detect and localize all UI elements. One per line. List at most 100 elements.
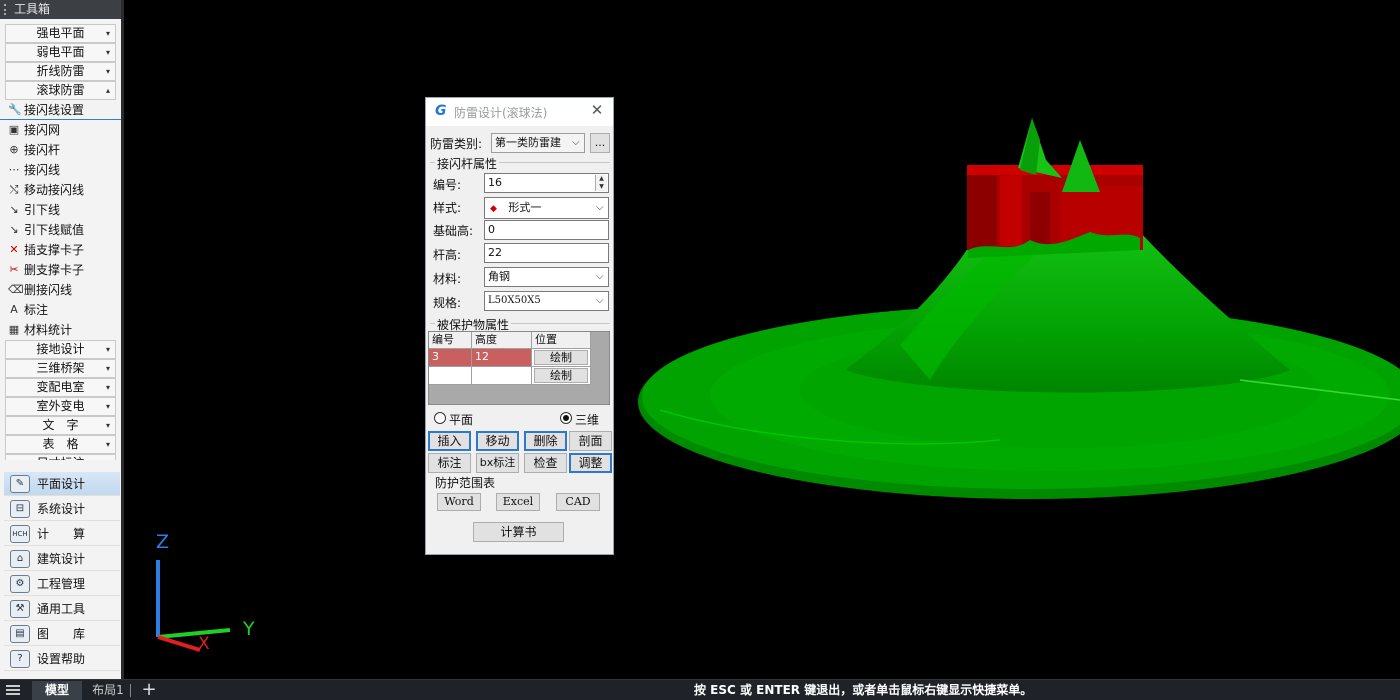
export-cad-button[interactable]: CAD (556, 493, 600, 511)
row1-draw-button[interactable]: 绘制 (534, 350, 588, 365)
base-height-input[interactable]: 0 (484, 220, 609, 240)
spec-select[interactable]: L50X50X5 ⌵ (484, 291, 609, 311)
module-button-label: 通用工具 (37, 602, 86, 616)
rod-height-input[interactable]: 22 (484, 243, 609, 263)
style-label: 样式: (433, 201, 462, 215)
category-select[interactable]: 第一类防雷建 ⌵ (491, 133, 585, 153)
adjust-button[interactable]: 调整 (569, 453, 612, 473)
add-layout-button[interactable]: + (140, 680, 158, 700)
category-categories_top-2[interactable]: 折线防雷 ▾ (5, 62, 116, 81)
project-icon: ⚙ (10, 575, 30, 593)
tool-item-10[interactable]: A 标注 (0, 300, 121, 320)
row1-height[interactable]: 12 (472, 349, 532, 367)
module-button-list: ✎ 平面设计 ⊟ 系统设计 HCH 计 算 ⌂ 建筑设计 ⚙ 工程管理 ⚒ 通用工具 ▤ 图 库? 设置帮助 (4, 472, 120, 672)
lightning-item-list: 🔧 接闪线设置 ▣ 接闪网 ⊕ 接闪杆 ⋯ 接闪线 ⤭ 移动接闪线 ↘ 引下线 ↘ 引下线赋值 ✕ 插支撑卡子… (0, 100, 121, 340)
category-label: 变配电室 (36, 380, 85, 394)
number-spinner[interactable]: ▲ ▼ (595, 175, 607, 191)
downlead-assign-icon: ↘ (9, 223, 19, 236)
col-header-number[interactable]: 编号 (429, 332, 472, 349)
tool-item-label: 引下线赋值 (24, 223, 85, 237)
module-button-6[interactable]: ▤ 图 库 (4, 622, 120, 646)
export-excel-button[interactable]: Excel (496, 493, 540, 511)
category-categories_top-1[interactable]: 弱电平面 ▾ (5, 43, 116, 62)
col-header-height[interactable]: 高度 (472, 332, 532, 349)
delete-button[interactable]: 删除 (524, 431, 567, 451)
toolbox-titlebar[interactable]: 工具箱 (0, 0, 121, 19)
tab-layout1[interactable]: 布局1 (86, 681, 130, 700)
category-categories_bottom-0[interactable]: 接地设计 ▾ (5, 340, 116, 359)
insert-button[interactable]: 插入 (428, 431, 471, 451)
row1-number[interactable]: 3 (429, 349, 472, 367)
module-button-0[interactable]: ✎ 平面设计 (4, 472, 120, 496)
style-select[interactable]: ◆ 形式一 ⌵ (484, 197, 609, 219)
tool-item-3[interactable]: ⋯ 接闪线 (0, 160, 121, 180)
row2-height[interactable] (472, 367, 532, 385)
material-label: 材料: (433, 272, 462, 286)
material-select[interactable]: 角钢 ⌵ (484, 267, 609, 287)
dialog-titlebar[interactable]: G 防雷设计(滚球法) ✕ (426, 98, 613, 126)
tool-item-label: 移动接闪线 (24, 183, 85, 197)
category-categories_bottom-6[interactable]: 尺寸标注 ▾ (5, 454, 116, 460)
category-label: 三维桥架 (36, 361, 85, 375)
annotate-button[interactable]: 标注 (428, 453, 471, 473)
tab-model[interactable]: 模型 (32, 681, 82, 700)
category-categories_bottom-3[interactable]: 室外变电 ▾ (5, 397, 116, 416)
radio-plane[interactable] (434, 412, 446, 424)
tool-item-label: 引下线 (24, 203, 61, 217)
category-categories_bottom-1[interactable]: 三维桥架 ▾ (5, 359, 116, 378)
tool-item-1[interactable]: ▣ 接闪网 (0, 120, 121, 140)
section-button[interactable]: 剖面 (569, 431, 612, 451)
move-button[interactable]: 移动 (476, 431, 519, 451)
chevron-icon: ▾ (105, 345, 110, 354)
ucs-axes-indicator (156, 560, 231, 652)
tool-item-label: 材料统计 (24, 323, 73, 337)
tool-item-7[interactable]: ✕ 插支撑卡子 (0, 240, 121, 260)
tool-item-label: 接闪线 (24, 163, 61, 177)
category-label: 防雷类别: (430, 137, 483, 151)
category-categories_bottom-4[interactable]: 文 字 ▾ (5, 416, 116, 435)
module-button-label: 图 库 (37, 627, 86, 641)
tool-item-0[interactable]: 🔧 接闪线设置 (0, 100, 121, 120)
grip-icon[interactable] (4, 4, 7, 15)
module-button-5[interactable]: ⚒ 通用工具 (4, 597, 120, 621)
tool-item-4[interactable]: ⤭ 移动接闪线 (0, 180, 121, 200)
calc-book-button[interactable]: 计算书 (473, 522, 564, 542)
tool-item-2[interactable]: ⊕ 接闪杆 (0, 140, 121, 160)
tool-item-6[interactable]: ↘ 引下线赋值 (0, 220, 121, 240)
close-icon[interactable]: ✕ (590, 102, 604, 118)
export-word-button[interactable]: Word (437, 493, 481, 511)
chevron-icon: ▾ (105, 402, 110, 411)
category-categories_bottom-2[interactable]: 变配电室 ▾ (5, 378, 116, 397)
protected-objects-table[interactable]: 编号 高度 位置 3 12 绘制 绘制 (428, 331, 610, 405)
check-button[interactable]: 检查 (524, 453, 567, 473)
range-group-label: 防护范围表 (435, 476, 496, 490)
module-button-4[interactable]: ⚙ 工程管理 (4, 572, 120, 596)
bx-annotate-button[interactable]: bx标注 (476, 453, 519, 473)
category-categories_bottom-5[interactable]: 表 格 ▾ (5, 435, 116, 454)
col-header-position[interactable]: 位置 (532, 332, 591, 349)
tool-item-8[interactable]: ✂ 删支撑卡子 (0, 260, 121, 280)
chevron-icon: ▾ (105, 383, 110, 392)
mesh-icon: ▣ (8, 123, 20, 136)
category-categories_top-3[interactable]: 滚球防雷 ▴ (5, 81, 116, 100)
module-button-2[interactable]: HCH 计 算 (4, 522, 120, 546)
module-button-7[interactable]: ? 设置帮助 (4, 647, 120, 671)
module-button-3[interactable]: ⌂ 建筑设计 (4, 547, 120, 571)
axis-y-label: Y (243, 618, 255, 640)
row2-number[interactable] (429, 367, 472, 385)
viewport-3d[interactable] (0, 0, 1400, 679)
row2-draw-button[interactable]: 绘制 (534, 368, 588, 383)
tool-item-5[interactable]: ↘ 引下线 (0, 200, 121, 220)
help-icon: ? (10, 650, 30, 668)
category-categories_top-0[interactable]: 强电平面 ▾ (5, 24, 116, 43)
tool-item-label: 删接闪线 (24, 283, 73, 297)
tool-item-11[interactable]: ▦ 材料统计 (0, 320, 121, 340)
radio-3d[interactable] (560, 412, 572, 424)
tool-item-9[interactable]: ⌫ 删接闪线 (0, 280, 121, 300)
number-input[interactable]: 16 ▲ ▼ (484, 173, 609, 193)
spec-label: 规格: (433, 296, 462, 310)
hamburger-menu-icon[interactable] (6, 685, 20, 695)
app-logo-icon: G (435, 103, 447, 119)
module-button-1[interactable]: ⊟ 系统设计 (4, 497, 120, 521)
more-button[interactable]: ... (590, 133, 610, 153)
